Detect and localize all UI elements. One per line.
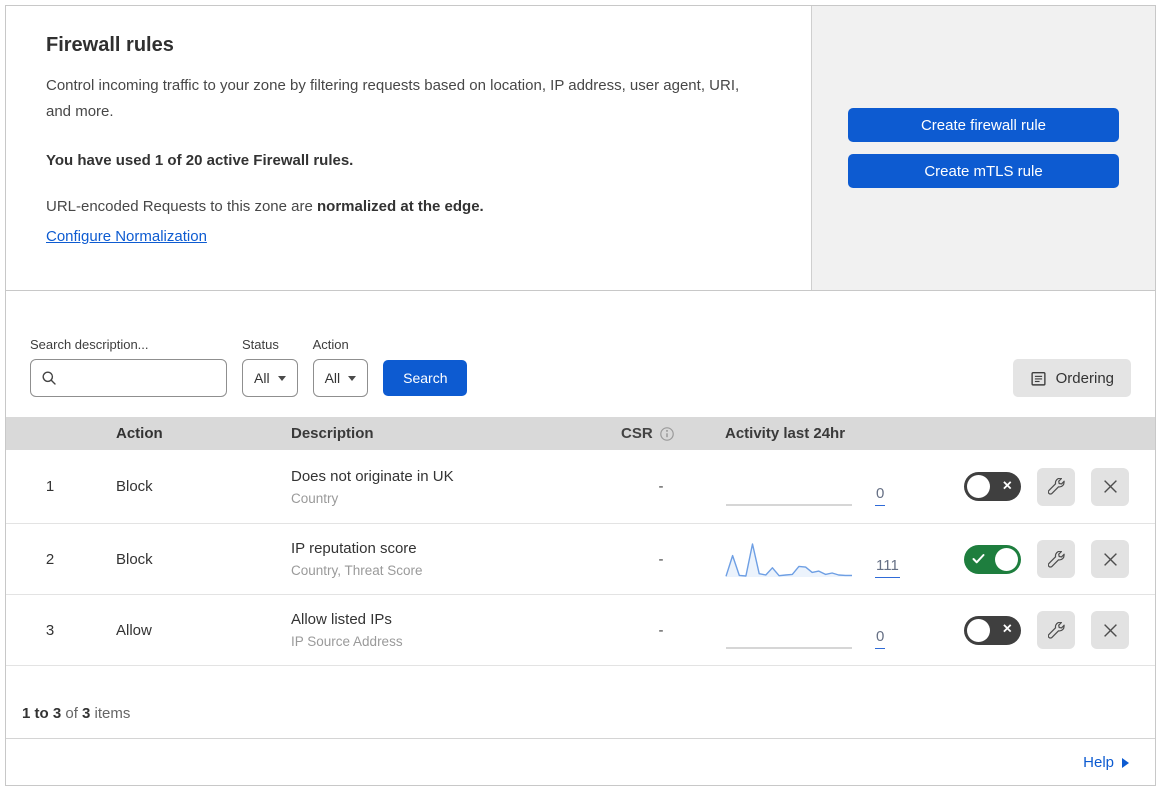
column-csr: CSR: [621, 425, 653, 442]
delete-rule-button[interactable]: [1091, 540, 1129, 578]
rule-criteria: Country, Threat Score: [291, 563, 423, 578]
create-mtls-rule-button[interactable]: Create mTLS rule: [848, 154, 1119, 188]
table-row: 1 Block Does not originate in UK Country…: [6, 450, 1155, 524]
search-label: Search description...: [30, 337, 149, 352]
search-button[interactable]: Search: [383, 360, 468, 396]
rule-csr-value: -: [658, 478, 664, 495]
edit-rule-button[interactable]: [1037, 467, 1075, 506]
delete-rule-button[interactable]: [1091, 611, 1129, 649]
activity-sparkline: [725, 466, 853, 508]
ordering-list-icon: [1030, 370, 1047, 387]
delete-rule-button[interactable]: [1091, 467, 1129, 506]
search-input[interactable]: [65, 370, 216, 386]
status-label: Status: [242, 337, 279, 352]
arrow-right-icon: [1122, 757, 1129, 768]
ordering-button[interactable]: Ordering: [1012, 359, 1131, 397]
rule-action: Allow: [116, 621, 152, 639]
action-select[interactable]: All: [312, 359, 369, 397]
close-icon: [1103, 479, 1118, 494]
normalization-prefix: URL-encoded Requests to this zone are: [46, 197, 317, 215]
close-icon: [1103, 623, 1118, 638]
table-header: Action Description CSR Activity last 24h…: [6, 417, 1155, 450]
rule-description[interactable]: Does not originate in UK: [291, 468, 611, 485]
rule-priority: 2: [45, 550, 55, 568]
wrench-icon: [1047, 477, 1065, 495]
range-text: 1 to 3: [22, 705, 62, 722]
search-icon: [41, 370, 57, 386]
status-select[interactable]: All: [242, 359, 298, 397]
table-row: 3 Allow Allow listed IPs IP Source Addre…: [6, 595, 1155, 666]
activity-count-link[interactable]: 111: [875, 557, 900, 578]
activity-count-link[interactable]: 0: [875, 628, 886, 649]
rule-enable-toggle[interactable]: ×: [964, 544, 1021, 574]
page-title: Firewall rules: [46, 34, 174, 56]
pagination-summary: 1 to 3 of 3 items: [6, 666, 1155, 739]
x-icon: ×: [1002, 477, 1012, 495]
header-text-column: Firewall rules Control incoming traffic …: [6, 6, 812, 290]
status-select-value: All: [254, 370, 270, 386]
action-select-value: All: [324, 370, 341, 386]
column-action: Action: [116, 425, 163, 442]
rule-priority: 1: [45, 478, 55, 495]
x-icon: ×: [1002, 620, 1012, 638]
rule-action: Block: [116, 478, 153, 495]
of-text: of: [61, 705, 83, 722]
items-text: items: [90, 705, 131, 722]
info-icon[interactable]: [659, 426, 675, 442]
action-label: Action: [312, 337, 349, 352]
rule-criteria: Country: [291, 490, 339, 506]
rule-priority: 3: [45, 621, 55, 639]
configure-normalization-link[interactable]: Configure Normalization: [46, 225, 207, 249]
rule-csr-value: -: [658, 621, 664, 639]
wrench-icon: [1047, 621, 1065, 639]
page-description: Control incoming traffic to your zone by…: [46, 77, 740, 121]
column-description: Description: [291, 425, 374, 442]
activity-sparkline: [725, 609, 853, 651]
table-row: 2 Block IP reputation score Country, Thr…: [6, 524, 1155, 595]
chevron-down-icon: [277, 375, 286, 381]
rule-description[interactable]: Allow listed IPs: [291, 611, 611, 628]
activity-count-link[interactable]: 0: [875, 485, 886, 506]
rule-enable-toggle[interactable]: ×: [964, 615, 1021, 645]
rule-criteria: IP Source Address: [291, 634, 403, 649]
search-input-wrap: [30, 359, 227, 397]
normalization-note: URL-encoded Requests to this zone are no…: [46, 195, 771, 249]
create-firewall-rule-button[interactable]: Create firewall rule: [848, 108, 1119, 142]
close-icon: [1103, 552, 1118, 567]
filter-bar: Search description... Status All Action …: [6, 291, 1155, 417]
firewall-rules-panel: Firewall rules Control incoming traffic …: [5, 5, 1156, 786]
rule-csr-value: -: [658, 550, 664, 568]
help-link[interactable]: Help: [1083, 754, 1129, 771]
help-row: Help: [6, 739, 1155, 785]
header-section: Firewall rules Control incoming traffic …: [6, 6, 1155, 291]
edit-rule-button[interactable]: [1037, 540, 1075, 578]
chevron-down-icon: [348, 375, 357, 381]
rule-enable-toggle[interactable]: ×: [964, 472, 1021, 501]
header-actions-panel: Create firewall rule Create mTLS rule: [812, 6, 1155, 290]
usage-summary: You have used 1 of 20 active Firewall ru…: [46, 151, 354, 169]
rule-action: Block: [116, 550, 153, 568]
check-icon: [972, 554, 985, 565]
activity-sparkline: [725, 538, 853, 580]
ordering-button-label: Ordering: [1055, 369, 1114, 387]
normalization-bold: normalized at the edge.: [317, 197, 484, 215]
edit-rule-button[interactable]: [1037, 611, 1075, 649]
wrench-icon: [1047, 550, 1065, 568]
rule-description[interactable]: IP reputation score: [291, 540, 611, 557]
help-link-label: Help: [1083, 753, 1114, 771]
column-activity: Activity last 24hr: [725, 425, 846, 442]
